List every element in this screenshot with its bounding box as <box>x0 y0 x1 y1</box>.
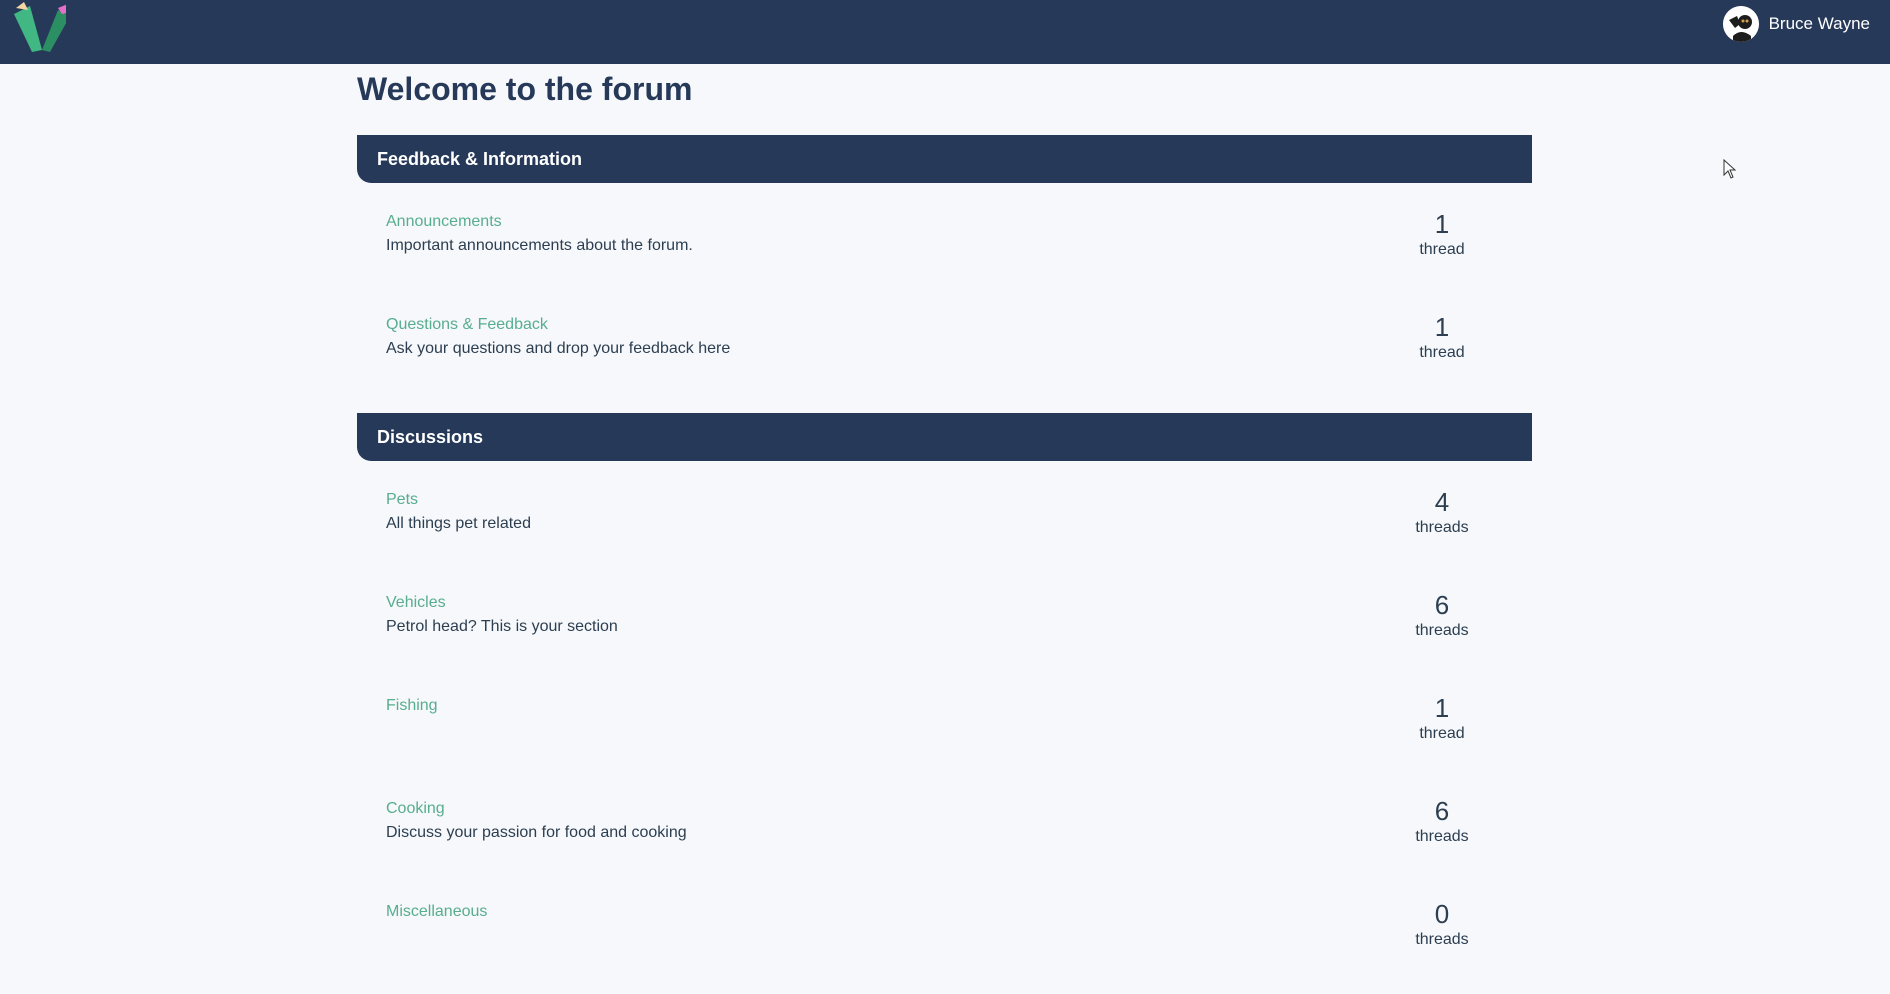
avatar-icon <box>1722 6 1759 42</box>
forum-link[interactable]: Pets <box>386 491 418 509</box>
thread-count-label: threads <box>1415 519 1469 536</box>
thread-count-label: threads <box>1415 828 1469 845</box>
category: Discussions Pets All things pet related 4 th… <box>357 413 1532 994</box>
page-title: Welcome to the forum <box>357 71 693 107</box>
thread-count: 1 thread <box>1402 312 1482 362</box>
forum-description: Discuss your passion for food and cookin… <box>386 824 687 841</box>
forum-link[interactable]: Questions & Feedback <box>386 316 548 334</box>
navbar: Bruce Wayne <box>0 0 1890 64</box>
user-menu[interactable]: Bruce Wayne <box>1722 6 1870 42</box>
forum-item: Miscellaneous 0 threads <box>357 891 1532 994</box>
thread-count-number: 0 <box>1434 899 1450 929</box>
thread-count-label: thread <box>1419 241 1465 258</box>
thread-count-number: 4 <box>1434 487 1450 517</box>
thread-count-label: thread <box>1419 725 1465 742</box>
forum-link[interactable]: Announcements <box>386 213 502 231</box>
thread-count-label: thread <box>1419 344 1465 361</box>
thread-count: 1 thread <box>1402 209 1482 259</box>
thread-count-number: 6 <box>1434 796 1450 826</box>
user-name: Bruce Wayne <box>1768 14 1870 33</box>
forum-list: Pets All things pet related 4 threads Vehicl… <box>357 461 1532 994</box>
thread-count: 0 threads <box>1402 899 1482 949</box>
forum-item: Vehicles Petrol head? This is your sectio… <box>357 582 1532 685</box>
forum-description: All things pet related <box>386 515 531 532</box>
forum-description: Petrol head? This is your section <box>386 618 618 635</box>
thread-count: 1 thread <box>1402 693 1482 743</box>
mouse-cursor-icon <box>1723 159 1737 179</box>
category: Feedback & Information Announcements Impor… <box>357 135 1532 407</box>
forum-item: Cooking Discuss your passion for food and… <box>357 788 1532 891</box>
forum-item: Fishing 1 thread <box>357 685 1532 788</box>
category-header[interactable]: Feedback & Information <box>357 135 1532 183</box>
thread-count-label: threads <box>1415 622 1469 639</box>
logo-icon[interactable] <box>12 0 66 52</box>
thread-count-number: 1 <box>1434 693 1450 723</box>
forum-link[interactable]: Cooking <box>386 800 445 818</box>
forum-description: Ask your questions and drop your feedbac… <box>386 340 731 357</box>
thread-count: 6 threads <box>1402 796 1482 846</box>
forum-description: Important announcements about the forum. <box>386 237 693 254</box>
thread-count-number: 6 <box>1434 590 1450 620</box>
category-header[interactable]: Discussions <box>357 413 1532 461</box>
thread-count-number: 1 <box>1434 312 1450 342</box>
forum-link[interactable]: Fishing <box>386 697 438 715</box>
forum-item: Questions & Feedback Ask your questions a… <box>357 304 1532 407</box>
forum-container: Welcome to the forum Feedback & Informat… <box>357 64 1532 994</box>
forum-item: Pets All things pet related 4 threads <box>357 479 1532 582</box>
forum-link[interactable]: Vehicles <box>386 594 446 612</box>
thread-count: 6 threads <box>1402 590 1482 640</box>
category-list: Feedback & Information Announcements Impor… <box>357 135 1532 994</box>
thread-count-number: 1 <box>1434 209 1450 239</box>
thread-count: 4 threads <box>1402 487 1482 537</box>
forum-list: Announcements Important announcements abo… <box>357 183 1532 407</box>
forum-item: Announcements Important announcements abo… <box>357 201 1532 304</box>
thread-count-label: threads <box>1415 931 1469 948</box>
